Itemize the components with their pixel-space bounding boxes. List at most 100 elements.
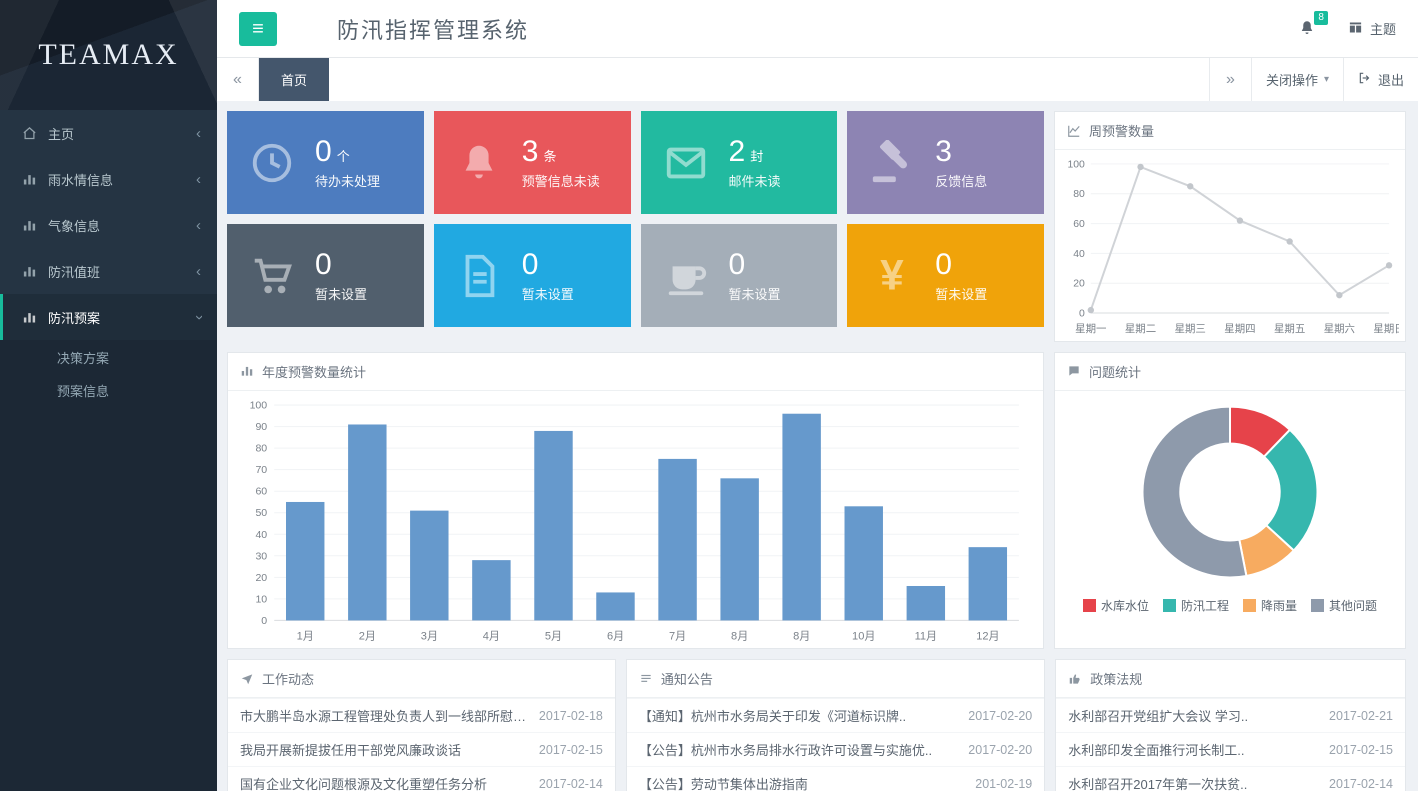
work-updates-panel: 工作动态 市大鹏半岛水源工程管理处负责人到一线部所慰问新春 2017-02-18…: [227, 659, 616, 791]
svg-text:0: 0: [261, 615, 267, 627]
gavel-icon: [869, 140, 915, 186]
sidebar-subitem-plan-info[interactable]: 预案信息: [0, 375, 217, 408]
stat-unit: 封: [750, 149, 763, 164]
hamburger-icon: ≡: [252, 18, 264, 40]
yen-icon: ¥: [869, 253, 915, 299]
list-item[interactable]: 【通知】杭州市水务局关于印发《河道标识牌.. 2017-02-20: [627, 698, 1044, 732]
stat-tile-yen[interactable]: ¥ 0 暂未设置: [847, 224, 1044, 327]
svg-text:星期三: 星期三: [1175, 323, 1206, 335]
topbar: ≡ 防汛指挥管理系统 8 主题: [217, 0, 1418, 57]
envelope-icon: [663, 140, 709, 186]
flood-plan-submenu: 决策方案 预案信息: [0, 340, 217, 414]
theme-button[interactable]: 主题: [1348, 19, 1396, 38]
bell-icon: [456, 140, 502, 186]
sidebar-item-home[interactable]: 主页 ‹: [0, 110, 217, 156]
notifications-button[interactable]: 8: [1298, 19, 1318, 39]
svg-text:100: 100: [250, 399, 268, 411]
svg-text:80: 80: [1073, 189, 1085, 200]
weekly-warning-line-chart: 020406080100星期一星期二星期三星期四星期五星期六星期日: [1055, 150, 1405, 341]
stat-value: 0: [729, 248, 781, 281]
list-item[interactable]: 市大鹏半岛水源工程管理处负责人到一线部所慰问新春 2017-02-18: [228, 698, 615, 732]
stat-tile-mail[interactable]: 2封 邮件未读: [641, 111, 838, 214]
clock-icon: [249, 140, 295, 186]
issue-donut-chart: [1055, 391, 1405, 593]
panel-title: 通知公告: [661, 669, 713, 688]
stat-tile-file[interactable]: 0 暂未设置: [434, 224, 631, 327]
list-icon: [639, 672, 653, 686]
svg-text:10: 10: [255, 593, 267, 605]
svg-text:12月: 12月: [976, 630, 999, 642]
caret-down-icon: ▾: [1324, 74, 1329, 85]
svg-text:60: 60: [255, 486, 267, 498]
list-item[interactable]: 水利部召开2017年第一次扶贫.. 2017-02-14: [1056, 766, 1405, 791]
svg-text:3月: 3月: [421, 630, 438, 642]
legend-item: 水库水位: [1083, 597, 1149, 614]
svg-text:¥: ¥: [881, 253, 905, 298]
stat-value: 3条: [522, 135, 600, 168]
svg-text:20: 20: [1073, 279, 1085, 290]
panel-title: 周预警数量: [1089, 121, 1154, 140]
scroll-tabs-right-button[interactable]: »: [1209, 58, 1251, 101]
coffee-icon: [663, 253, 709, 299]
stat-tile-feedback[interactable]: 3 反馈信息: [847, 111, 1044, 214]
chevron-left-icon: ‹: [196, 172, 201, 187]
stat-tile-todo[interactable]: 0个 待办未处理: [227, 111, 424, 214]
list-item[interactable]: 【公告】劳动节集体出游指南 201-02-19: [627, 766, 1044, 791]
sidebar-item-weather[interactable]: 气象信息 ‹: [0, 202, 217, 248]
legend-item: 降雨量: [1243, 597, 1297, 614]
menu-toggle-button[interactable]: ≡: [239, 12, 277, 46]
svg-text:80: 80: [255, 443, 267, 455]
svg-text:星期二: 星期二: [1125, 323, 1156, 335]
svg-text:10月: 10月: [852, 630, 875, 642]
stat-unit: 条: [543, 149, 556, 164]
list-item[interactable]: 国有企业文化问题根源及文化重塑任务分析 2017-02-14: [228, 766, 615, 791]
annual-warnings-panel: 年度预警数量统计 01020304050607080901001月2月3月4月5…: [227, 352, 1044, 650]
tab-home[interactable]: 首页: [259, 58, 329, 101]
sidebar-item-flood-plan[interactable]: 防汛预案 ‹: [0, 294, 217, 340]
stat-tile-coffee[interactable]: 0 暂未设置: [641, 224, 838, 327]
sidebar-subitem-decision-plan[interactable]: 决策方案: [0, 342, 217, 375]
list-item[interactable]: 我局开展新提拔任用干部党风廉政谈话 2017-02-15: [228, 732, 615, 766]
list-item[interactable]: 【公告】杭州市水务局排水行政许可设置与实施优.. 2017-02-20: [627, 732, 1044, 766]
theme-icon: [1348, 20, 1363, 38]
stat-tile-warnings[interactable]: 3条 预警信息未读: [434, 111, 631, 214]
bar-chart-icon: [240, 364, 254, 378]
list-item[interactable]: 水利部召开党组扩大会议 学习.. 2017-02-21: [1056, 698, 1405, 732]
stat-label: 反馈信息: [935, 171, 987, 190]
bar-chart-icon: [22, 218, 37, 233]
list-item[interactable]: 水利部印发全面推行河长制工.. 2017-02-15: [1056, 732, 1405, 766]
double-chevron-left-icon: «: [233, 71, 242, 89]
panel-title: 工作动态: [262, 669, 314, 688]
svg-text:7月: 7月: [669, 630, 686, 642]
sidebar-item-rainwater[interactable]: 雨水情信息 ‹: [0, 156, 217, 202]
chevron-down-icon: ‹: [191, 315, 206, 320]
scroll-tabs-left-button[interactable]: «: [217, 58, 259, 101]
bar-chart-icon: [22, 172, 37, 187]
topbar-right: 8 主题: [1298, 19, 1396, 39]
thumbs-up-icon: [1068, 672, 1082, 686]
legend-item: 其他问题: [1311, 597, 1377, 614]
svg-text:0: 0: [1079, 309, 1085, 320]
bar-chart-icon: [22, 264, 37, 279]
svg-text:星期六: 星期六: [1324, 323, 1355, 335]
stat-label: 暂未设置: [522, 284, 574, 303]
sidebar: TEAMAX 主页 ‹ 雨水情信息 ‹ 气象信息: [0, 0, 217, 791]
legend-item: 防汛工程: [1163, 597, 1229, 614]
notification-badge: 8: [1314, 11, 1328, 25]
sidebar-nav: 主页 ‹ 雨水情信息 ‹ 气象信息 ‹ 防汛值: [0, 110, 217, 414]
stat-value: 3: [935, 135, 987, 168]
content-area: 0个 待办未处理 3条 预警信息未读: [217, 101, 1418, 791]
tabbar: « 首页 » 关闭操作 ▾ 退出: [217, 57, 1418, 101]
policies-panel: 政策法规 水利部召开党组扩大会议 学习.. 2017-02-21 水利部印发全面…: [1055, 659, 1406, 791]
stat-tile-cart[interactable]: 0 暂未设置: [227, 224, 424, 327]
svg-text:70: 70: [255, 464, 267, 476]
stat-label: 待办未处理: [315, 171, 380, 190]
close-operations-dropdown[interactable]: 关闭操作 ▾: [1251, 58, 1343, 101]
svg-text:星期四: 星期四: [1224, 323, 1255, 335]
svg-text:100: 100: [1067, 159, 1085, 170]
sidebar-item-flood-duty[interactable]: 防汛值班 ‹: [0, 248, 217, 294]
svg-text:1月: 1月: [297, 630, 314, 642]
stat-value: 0: [315, 248, 367, 281]
page-title: 防汛指挥管理系统: [337, 13, 529, 45]
logout-button[interactable]: 退出: [1343, 58, 1418, 101]
